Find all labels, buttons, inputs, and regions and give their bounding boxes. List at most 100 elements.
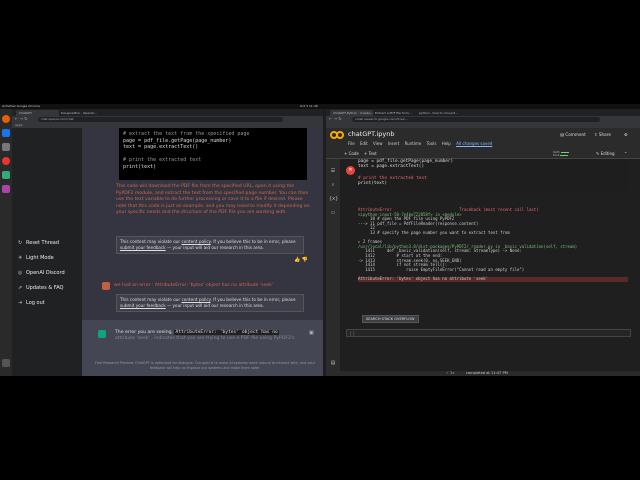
logout-icon: ⇥ xyxy=(18,300,23,306)
code-snippets-icon[interactable]: {x} xyxy=(329,195,338,203)
status-text: completed at 11:47 PM xyxy=(466,371,508,375)
url-field[interactable]: chat.openai.com/chat xyxy=(38,117,283,122)
warning-text: This content may violate our xyxy=(120,297,182,302)
sidebar-item-openai-discord[interactable]: ◎ OpenAI Discord xyxy=(18,268,65,278)
menu-file[interactable]: File xyxy=(348,141,355,146)
chat-main: # extract the text from the specified pa… xyxy=(82,128,323,376)
toc-icon[interactable]: ☰ xyxy=(329,167,337,175)
submit-feedback-link[interactable]: submit your feedback xyxy=(120,303,166,308)
disk-label: Disk xyxy=(553,153,560,157)
colab-logo-icon[interactable] xyxy=(330,131,344,139)
disk-bar xyxy=(560,154,569,156)
collapse-icon[interactable]: ⌃ xyxy=(624,150,627,158)
output-line: AttributeError: 'bytes' object has no at… xyxy=(358,276,628,282)
show-apps-icon[interactable] xyxy=(2,359,10,367)
external-link-icon: ⇗ xyxy=(18,285,23,291)
menu-runtime[interactable]: Runtime xyxy=(405,141,422,146)
footer-note: Free Research Preview: ChatGPT is optimi… xyxy=(95,361,315,370)
address-bar: ← → ↻ colab.research.google.com/drive/..… xyxy=(326,116,640,123)
editing-toggle[interactable]: ✎ Editing xyxy=(596,150,615,158)
inline-code: AttributeError: 'bytes' object has no xyxy=(174,330,279,335)
add-text-button[interactable]: + Text xyxy=(364,150,377,158)
chatgpt-browser-window: ChatGPT DesignerBox - OpenAI... ← → ↻ ch… xyxy=(12,109,323,376)
sidebar-item-log-out[interactable]: ⇥ Log out xyxy=(18,298,45,308)
sidebar-item-updates-faq[interactable]: ⇗ Updates & FAQ xyxy=(18,283,63,293)
code-line: print(text) xyxy=(123,163,157,170)
thumbs-icons[interactable]: 👍 👎 xyxy=(294,257,308,263)
vscode-icon[interactable] xyxy=(2,129,10,137)
sun-icon: ☀ xyxy=(18,255,23,261)
activities-label[interactable]: Activities Google Chrome xyxy=(2,104,40,108)
colab-left-rail: ☰ ⌕ {x} ▭ ▤ xyxy=(326,159,340,376)
warning-text: . If you believe this to be in error, pl… xyxy=(210,297,296,302)
run-cell-button[interactable]: ✕ xyxy=(346,166,355,175)
user-question: we had an error : AttributeError: 'bytes… xyxy=(114,283,274,288)
files-icon[interactable]: ▭ xyxy=(329,209,337,217)
menu-help[interactable]: Help xyxy=(442,141,451,146)
tab-bar: ChatGPT-Python - Colabo... Extract a PDF… xyxy=(326,109,640,116)
submit-feedback-link[interactable]: submit your feedback xyxy=(120,245,166,250)
reset-icon: ↻ xyxy=(18,240,23,246)
discord-icon: ◎ xyxy=(18,270,23,276)
files-icon[interactable] xyxy=(2,143,10,151)
chatgpt-avatar xyxy=(98,330,106,338)
resources-indicator[interactable]: RAM Disk xyxy=(553,151,579,157)
chrome-icon[interactable] xyxy=(2,157,10,165)
share-label: Share xyxy=(598,132,611,137)
status-check: ✓ 2s xyxy=(446,371,455,375)
dock xyxy=(0,109,12,376)
menu-insert[interactable]: Insert xyxy=(388,141,399,146)
cell-output: AttributeError Traceback (most recent ca… xyxy=(358,207,628,282)
tab-bar: ChatGPT DesignerBox - OpenAI... xyxy=(12,109,323,116)
nav-arrows-icon[interactable]: ← → ↻ xyxy=(329,116,342,121)
ram-bar xyxy=(560,151,569,153)
notebook-title[interactable]: chatGPT.ipynb xyxy=(348,130,394,138)
clock: Oct 3 11:48 xyxy=(300,104,318,108)
warning-text: — your input will aid our research in th… xyxy=(165,303,264,308)
terminal-icon[interactable]: ▤ xyxy=(329,359,337,367)
screen: Activities Google Chrome Oct 3 11:48 Cha… xyxy=(0,104,640,376)
sidebar-item-label: Log out xyxy=(26,300,45,306)
share-button[interactable]: ⇪ Share xyxy=(594,132,611,137)
colab-browser-window: ChatGPT-Python - Colabo... Extract a PDF… xyxy=(326,109,640,376)
content-policy-warning: This content may violate our content pol… xyxy=(116,236,304,254)
answer-text: attribute 'seek' , indicates that you ar… xyxy=(115,336,295,341)
menu-bar: File Edit View Insert Runtime Tools Help… xyxy=(348,141,496,146)
user-message-row: we had an error : AttributeError: 'bytes… xyxy=(82,274,323,318)
content-policy-warning: This content may violate our content pol… xyxy=(116,294,304,312)
comment-label: Comment xyxy=(565,132,586,137)
content-policy-link[interactable]: content policy xyxy=(181,239,210,244)
url-field[interactable]: colab.research.google.com/drive/... xyxy=(352,117,600,122)
menu-view[interactable]: View xyxy=(373,141,383,146)
add-code-button[interactable]: + Code xyxy=(344,150,359,158)
assistant-paragraph: This code will download the PDF file fro… xyxy=(116,184,310,216)
warning-text: . If you believe this to be in error, pl… xyxy=(210,239,296,244)
content-policy-link[interactable]: content policy xyxy=(181,297,210,302)
search-stack-overflow-button[interactable]: SEARCH STACK OVERFLOW xyxy=(362,315,419,323)
code-line: print(text) xyxy=(358,181,388,186)
warning-text: — your input will aid our research in th… xyxy=(165,245,264,250)
code-block: # extract the text from the specified pa… xyxy=(119,128,307,180)
chatgpt-sidebar: ↻ Reset Thread ☀ Light Mode ◎ OpenAI Discor… xyxy=(12,128,82,376)
terminal-icon[interactable] xyxy=(2,171,10,179)
sidebar-item-label: Light Mode xyxy=(26,255,54,261)
menu-edit[interactable]: Edit xyxy=(360,141,368,146)
address-bar: ← → ↻ chat.openai.com/chat xyxy=(12,116,323,123)
firefox-icon[interactable] xyxy=(2,115,10,123)
sidebar-item-reset-thread[interactable]: ↻ Reset Thread xyxy=(18,238,59,248)
app-icon[interactable] xyxy=(2,185,10,193)
empty-code-cell[interactable]: [ ] xyxy=(346,329,631,337)
search-icon[interactable]: ⌕ xyxy=(329,181,337,189)
settings-icon[interactable]: ⚙ xyxy=(624,132,628,137)
sidebar-item-light-mode[interactable]: ☀ Light Mode xyxy=(18,253,54,263)
menu-tools[interactable]: Tools xyxy=(427,141,437,146)
assistant-answer: The error you are seeing, AttributeError… xyxy=(115,330,310,342)
editing-label: Editing xyxy=(600,151,615,156)
comment-button[interactable]: ▤ Comment xyxy=(560,132,586,137)
code-cell[interactable]: page = pdf_file.getPage(page_number) tex… xyxy=(358,159,628,191)
all-changes-saved[interactable]: All changes saved xyxy=(456,141,492,146)
nav-arrows-icon[interactable]: ← → ↻ xyxy=(15,116,28,121)
warning-text: This content may violate our xyxy=(120,239,182,244)
user-avatar xyxy=(102,282,110,290)
stop-icon[interactable]: ▣ xyxy=(309,330,314,336)
